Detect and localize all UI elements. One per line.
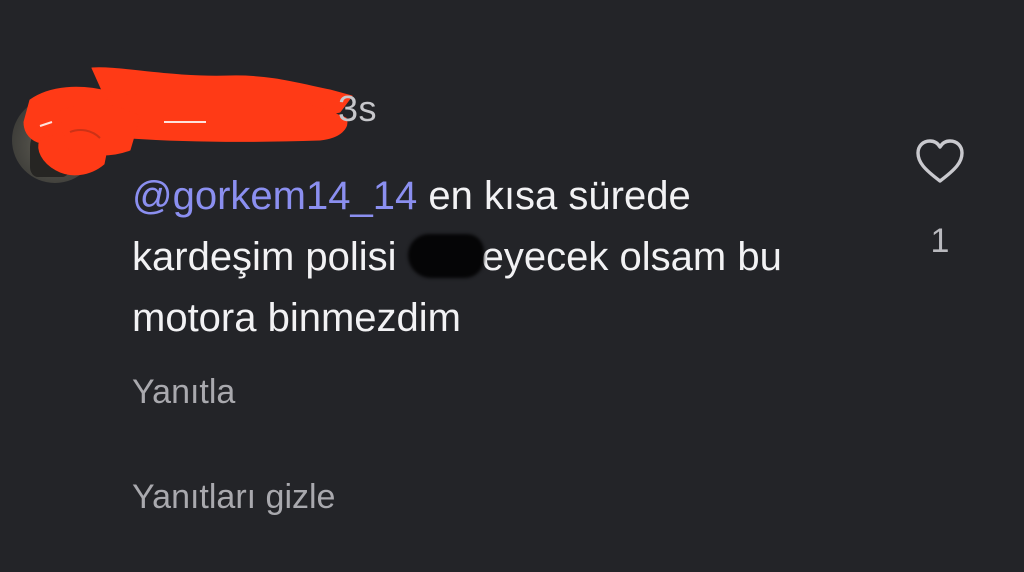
comment-text-part-2: kardeşim polisi (132, 235, 408, 279)
like-count: 1 (930, 222, 950, 260)
comment-text-part-1: en kısa sürede (417, 174, 691, 218)
user-mention-link[interactable]: @gorkem14_14 (132, 174, 417, 218)
comment-text-part-3: eyecek olsam bu (481, 235, 782, 279)
reply-button[interactable]: Yanıtla (132, 373, 235, 412)
avatar-highlight (52, 115, 80, 137)
comment-line-1: @gorkem14_14 en kısa sürede (132, 166, 892, 227)
user-avatar[interactable] (12, 97, 98, 183)
heart-outline-icon (916, 139, 964, 183)
like-button[interactable] (914, 136, 966, 188)
comment-screen: 3s @gorkem14_14 en kısa sürede kardeşim … (0, 0, 1024, 572)
comment-text: @gorkem14_14 en kısa sürede kardeşim pol… (132, 166, 892, 349)
comment-line-2: kardeşim polisi eyecek olsam bu (132, 227, 892, 288)
comment-timestamp: 3s (338, 88, 378, 129)
hide-replies-button[interactable]: Yanıtları gizle (132, 478, 335, 517)
censor-blackout (407, 234, 484, 278)
comment-line-3: motora binmezdim (132, 296, 462, 340)
